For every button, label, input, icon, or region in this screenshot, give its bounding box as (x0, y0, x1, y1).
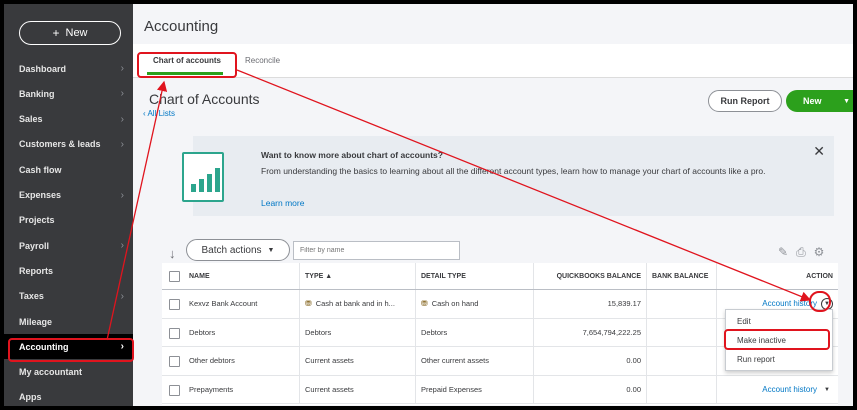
annotation-arrows (106, 69, 812, 341)
arrow-to-tab (106, 80, 168, 341)
arrow-to-dropdown (236, 69, 812, 302)
app-window: + New Dashboard › Banking › Sales › Customers … (4, 4, 853, 406)
